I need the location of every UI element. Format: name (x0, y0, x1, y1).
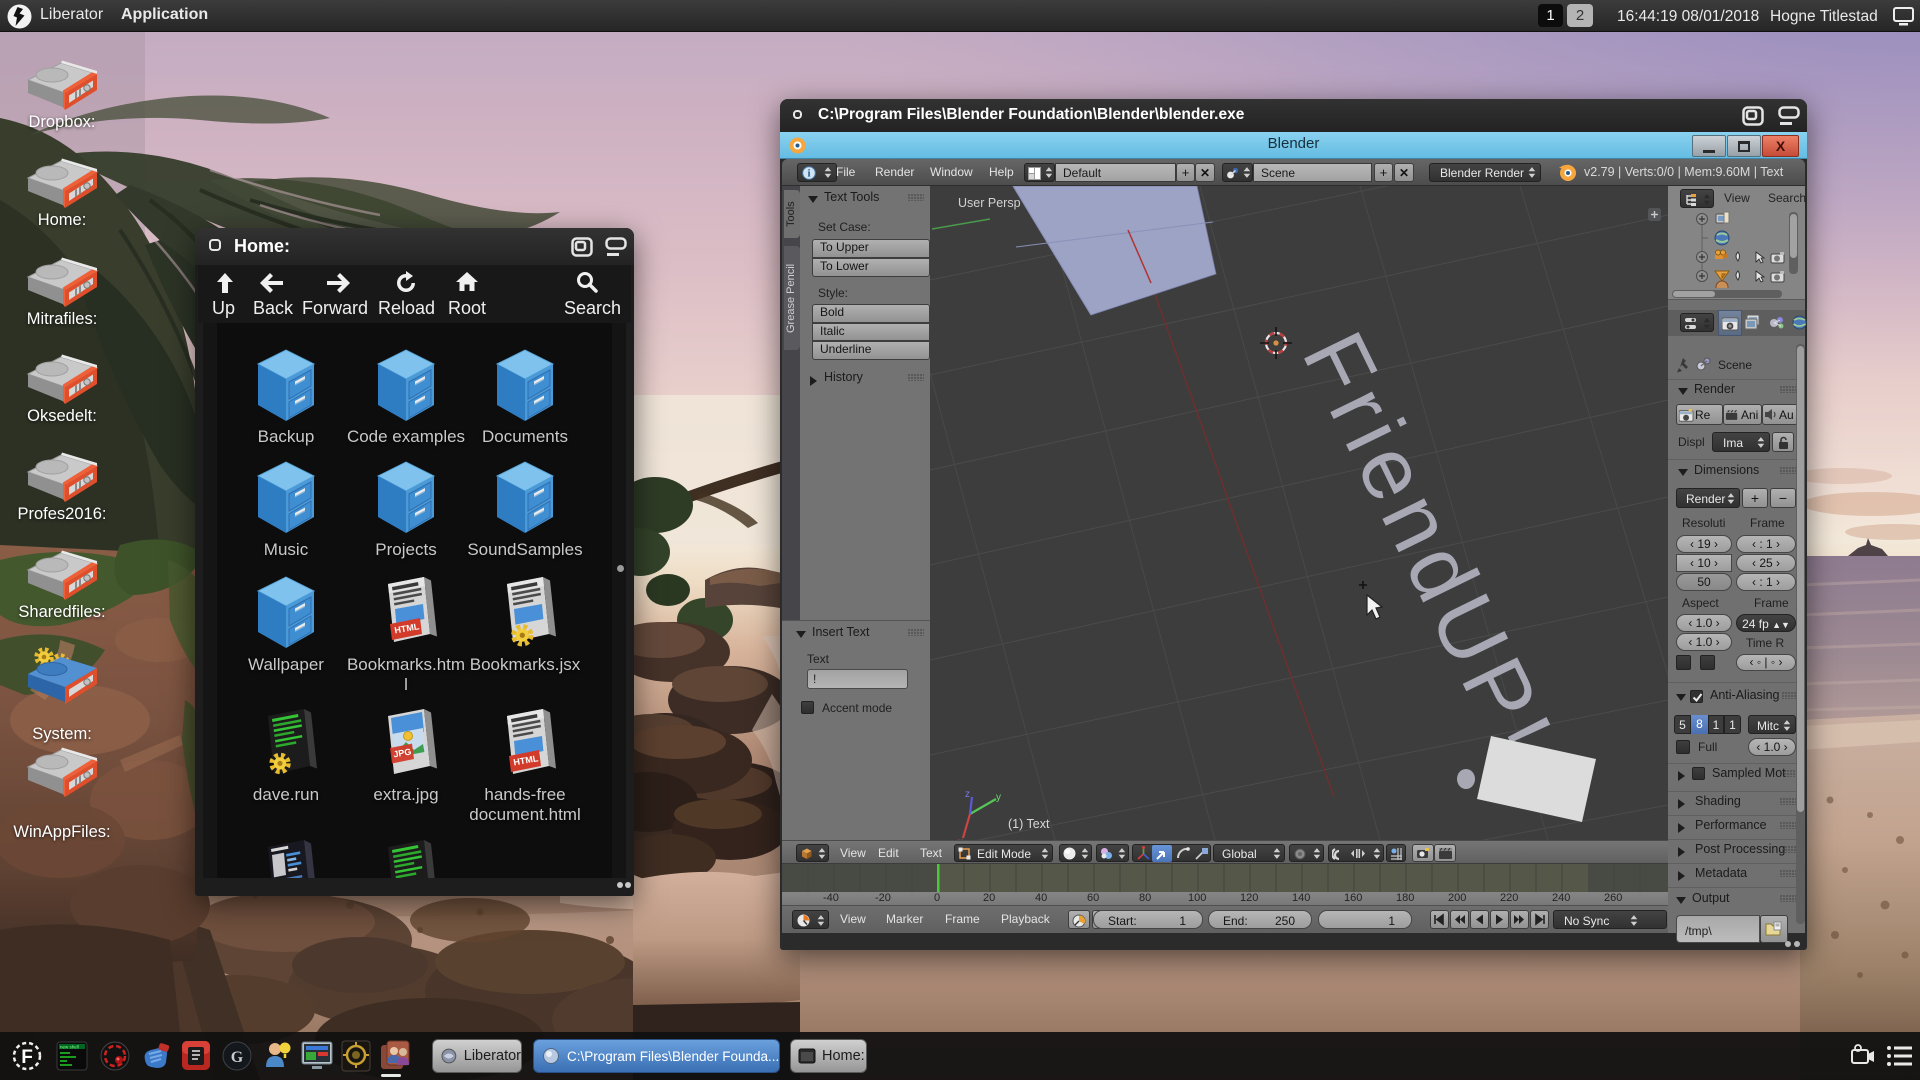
svg-text:F: F (21, 1047, 33, 1068)
svg-text:G: G (231, 1049, 244, 1066)
svg-text:i: i (808, 169, 811, 180)
svg-text:y: y (996, 792, 1001, 803)
svg-text:(1) Text: (1) Text (1008, 817, 1050, 831)
svg-text:z: z (965, 789, 970, 800)
svg-text:new shell: new shell (60, 1045, 79, 1050)
svg-text:User Persp: User Persp (958, 196, 1021, 210)
